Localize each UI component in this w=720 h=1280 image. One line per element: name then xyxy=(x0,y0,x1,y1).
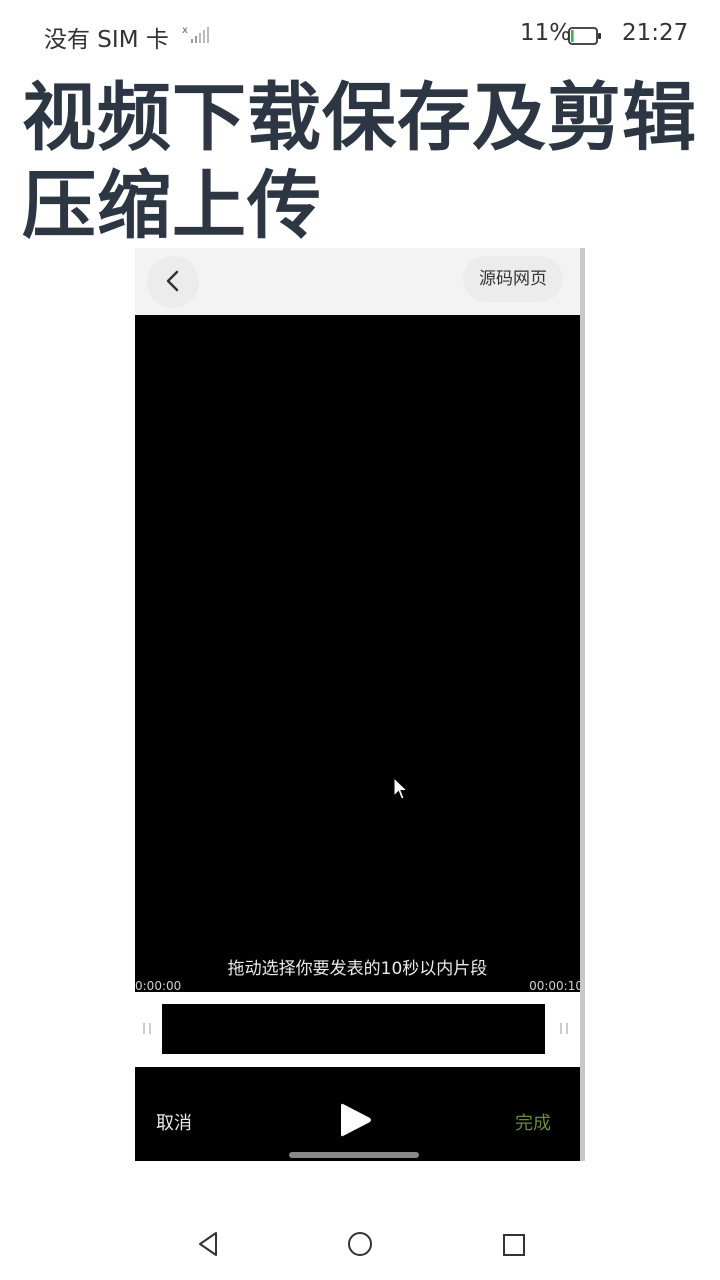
battery-percent: 11% xyxy=(520,20,572,46)
back-button[interactable] xyxy=(147,256,199,308)
home-indicator xyxy=(289,1152,419,1158)
status-bar: 没有 SIM 卡 x 11% 21:27 xyxy=(0,0,720,70)
cancel-button[interactable]: 取消 xyxy=(156,1109,192,1135)
carrier-label: 没有 SIM 卡 xyxy=(44,27,169,53)
signal-icon: x xyxy=(182,25,209,43)
trim-track[interactable] xyxy=(162,1004,545,1054)
system-nav-bar xyxy=(0,1212,720,1280)
battery-icon xyxy=(568,27,601,45)
chevron-left-icon xyxy=(166,270,179,292)
mouse-cursor-icon xyxy=(393,777,409,800)
frame-edge xyxy=(580,248,585,1161)
home-circle-icon[interactable] xyxy=(347,1231,373,1257)
app-screenshot: 源码网页 拖动选择你要发表的10秒以内片段 0:00:00 00:00:10 取… xyxy=(135,248,585,1161)
play-icon[interactable] xyxy=(339,1101,373,1139)
app-header: 源码网页 xyxy=(135,248,580,315)
svg-text:x: x xyxy=(182,25,188,36)
clock: 21:27 xyxy=(622,20,689,46)
trim-start-time: 0:00:00 xyxy=(135,979,182,993)
trim-end-time: 00:00:10 xyxy=(529,979,583,993)
video-preview[interactable] xyxy=(135,315,580,992)
page-root: 没有 SIM 卡 x 11% 21:27 视频下载保存及剪辑压缩上传 源码网页 xyxy=(0,0,720,1280)
back-triangle-icon[interactable] xyxy=(196,1230,220,1258)
trim-bar xyxy=(135,992,580,1067)
recents-square-icon[interactable] xyxy=(502,1233,526,1257)
trim-hint: 拖动选择你要发表的10秒以内片段 xyxy=(227,959,488,979)
editor-controls: 取消 完成 xyxy=(135,1067,580,1161)
source-page-button[interactable]: 源码网页 xyxy=(463,256,563,302)
page-title: 视频下载保存及剪辑压缩上传 xyxy=(22,75,697,249)
trim-handle-right[interactable] xyxy=(557,1022,571,1036)
done-button[interactable]: 完成 xyxy=(515,1109,551,1135)
trim-handle-left[interactable] xyxy=(140,1022,154,1036)
